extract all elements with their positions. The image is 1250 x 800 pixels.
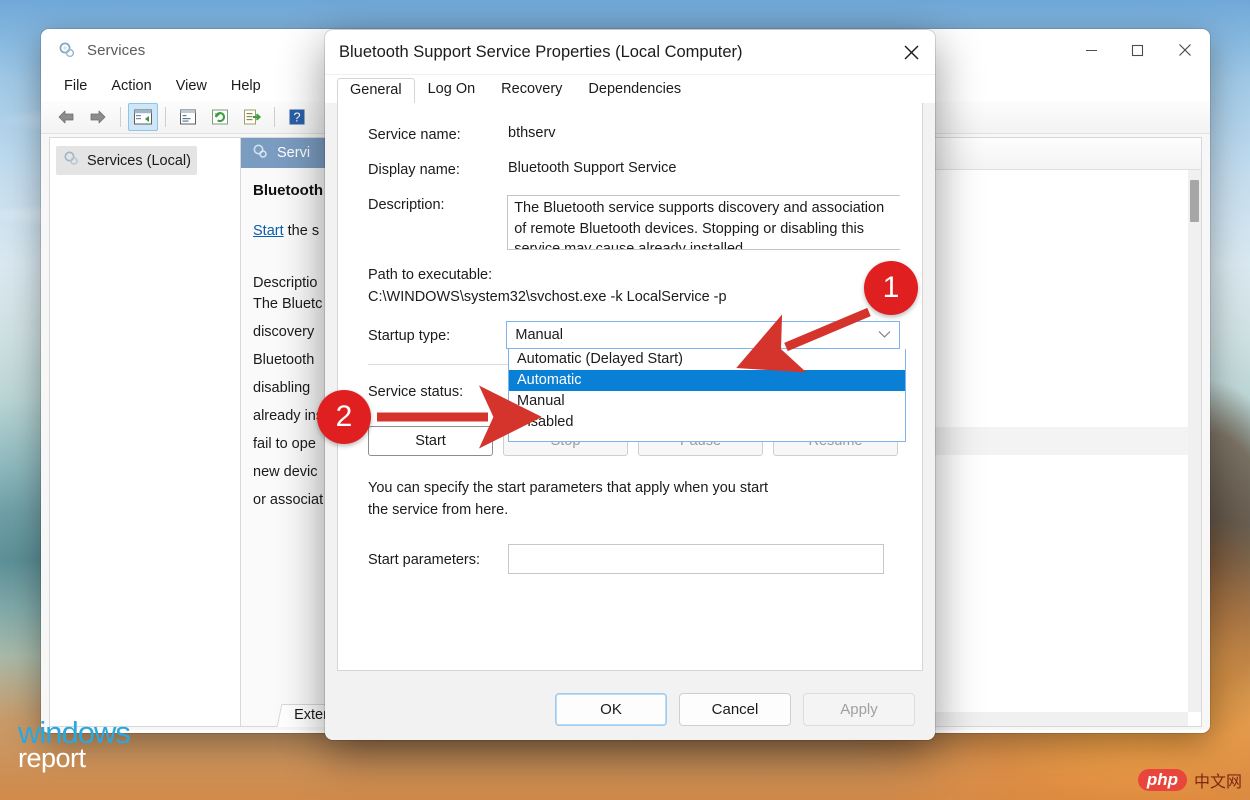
menu-help[interactable]: Help	[220, 75, 272, 97]
services-gear-icon	[251, 142, 269, 165]
console-tree-pane[interactable]: Services (Local)	[49, 137, 240, 727]
tab-dependencies[interactable]: Dependencies	[575, 77, 694, 103]
service-name-label: Service name:	[368, 127, 461, 143]
display-name-row: Display name: Bluetooth Support Service	[368, 160, 900, 178]
startup-type-row: Startup type: Manual Automatic (Delayed …	[368, 321, 906, 442]
php-logo: php	[1137, 769, 1187, 791]
minimize-icon[interactable]	[1068, 29, 1114, 71]
path-to-executable-label: Path to executable:	[368, 267, 493, 283]
services-window-title: Services	[87, 41, 146, 59]
startup-type-label: Startup type:	[368, 328, 451, 344]
php-watermark-text: 中文网	[1193, 774, 1242, 791]
dialog-general-panel: Service name: bthserv Display name: Blue…	[337, 103, 923, 671]
tree-node-services-local[interactable]: Services (Local)	[56, 146, 197, 175]
export-list-icon[interactable]	[237, 103, 267, 131]
toolbar-separator	[165, 107, 166, 127]
menu-action[interactable]: Action	[100, 75, 162, 97]
cancel-button[interactable]: Cancel	[679, 692, 791, 726]
description-textarea[interactable]: The Bluetooth service supports discovery…	[507, 195, 900, 250]
description-row: Description: The Bluetooth service suppo…	[368, 195, 900, 250]
start-parameters-hint: You can specify the start parameters tha…	[368, 480, 769, 518]
option-automatic-delayed-start[interactable]: Automatic (Delayed Start)	[509, 349, 905, 370]
menu-file[interactable]: File	[53, 75, 98, 97]
service-properties-dialog[interactable]: Bluetooth Support Service Properties (Lo…	[325, 30, 935, 740]
dialog-tabstrip[interactable]: General Log On Recovery Dependencies	[325, 75, 935, 104]
display-name-value: Bluetooth Support Service	[508, 160, 677, 176]
display-name-label: Display name:	[368, 162, 460, 178]
service-name-value: bthserv	[508, 125, 556, 141]
start-parameters-input[interactable]	[508, 543, 884, 574]
menu-view[interactable]: View	[165, 75, 218, 97]
tab-general[interactable]: General	[337, 78, 415, 104]
description-label: Description:	[368, 197, 445, 213]
startup-type-combobox[interactable]: Manual	[506, 321, 900, 349]
start-service-rest: the s	[283, 223, 320, 239]
ok-button[interactable]: OK	[555, 692, 667, 726]
tree-node-label: Services (Local)	[87, 152, 191, 169]
dialog-titlebar[interactable]: Bluetooth Support Service Properties (Lo…	[325, 30, 935, 75]
detail-left-header-label: Servi	[277, 145, 311, 161]
option-automatic[interactable]: Automatic	[509, 370, 905, 391]
help-icon[interactable]: ?	[282, 103, 312, 131]
startup-type-dropdown-list[interactable]: Automatic (Delayed Start) Automatic Manu…	[508, 349, 906, 442]
startup-type-value: Manual	[515, 327, 563, 343]
start-service-link[interactable]: Start	[253, 223, 284, 239]
option-manual[interactable]: Manual	[509, 391, 905, 412]
show-hide-console-tree-icon[interactable]	[128, 103, 158, 131]
toolbar-separator	[274, 107, 275, 127]
apply-button: Apply	[803, 692, 915, 726]
services-window-controls[interactable]	[1068, 29, 1210, 71]
chevron-down-icon	[878, 327, 891, 343]
list-vertical-scroll-thumb[interactable]	[1190, 180, 1199, 222]
close-icon[interactable]	[1160, 29, 1210, 71]
start-parameters-label: Start parameters:	[368, 551, 481, 568]
path-to-executable-value: C:\WINDOWS\system32\svchost.exe -k Local…	[368, 289, 727, 305]
php-watermark: php 中文网	[1137, 768, 1242, 792]
list-vertical-scrollbar[interactable]	[1188, 170, 1201, 712]
close-icon[interactable]	[887, 30, 935, 75]
tab-log-on[interactable]: Log On	[415, 77, 489, 103]
option-disabled[interactable]: Disabled	[509, 412, 905, 433]
forward-arrow-icon[interactable]	[83, 103, 113, 131]
tab-recovery[interactable]: Recovery	[488, 77, 575, 103]
properties-icon[interactable]	[173, 103, 203, 131]
back-arrow-icon[interactable]	[51, 103, 81, 131]
toolbar-separator	[120, 107, 121, 127]
service-status-label: Service status:	[368, 384, 464, 400]
svg-text:?: ?	[293, 110, 300, 125]
maximize-icon[interactable]	[1114, 29, 1160, 71]
windows-report-watermark: windows report	[18, 717, 131, 772]
start-button[interactable]: Start	[368, 426, 493, 456]
service-name-row: Service name: bthserv	[368, 125, 900, 143]
services-gear-icon	[57, 40, 77, 60]
dialog-footer: OK Cancel Apply	[325, 678, 935, 740]
services-gear-icon	[62, 149, 80, 172]
refresh-icon[interactable]	[205, 103, 235, 131]
start-parameters-row: Start parameters:	[368, 543, 900, 574]
dialog-title: Bluetooth Support Service Properties (Lo…	[339, 42, 743, 61]
